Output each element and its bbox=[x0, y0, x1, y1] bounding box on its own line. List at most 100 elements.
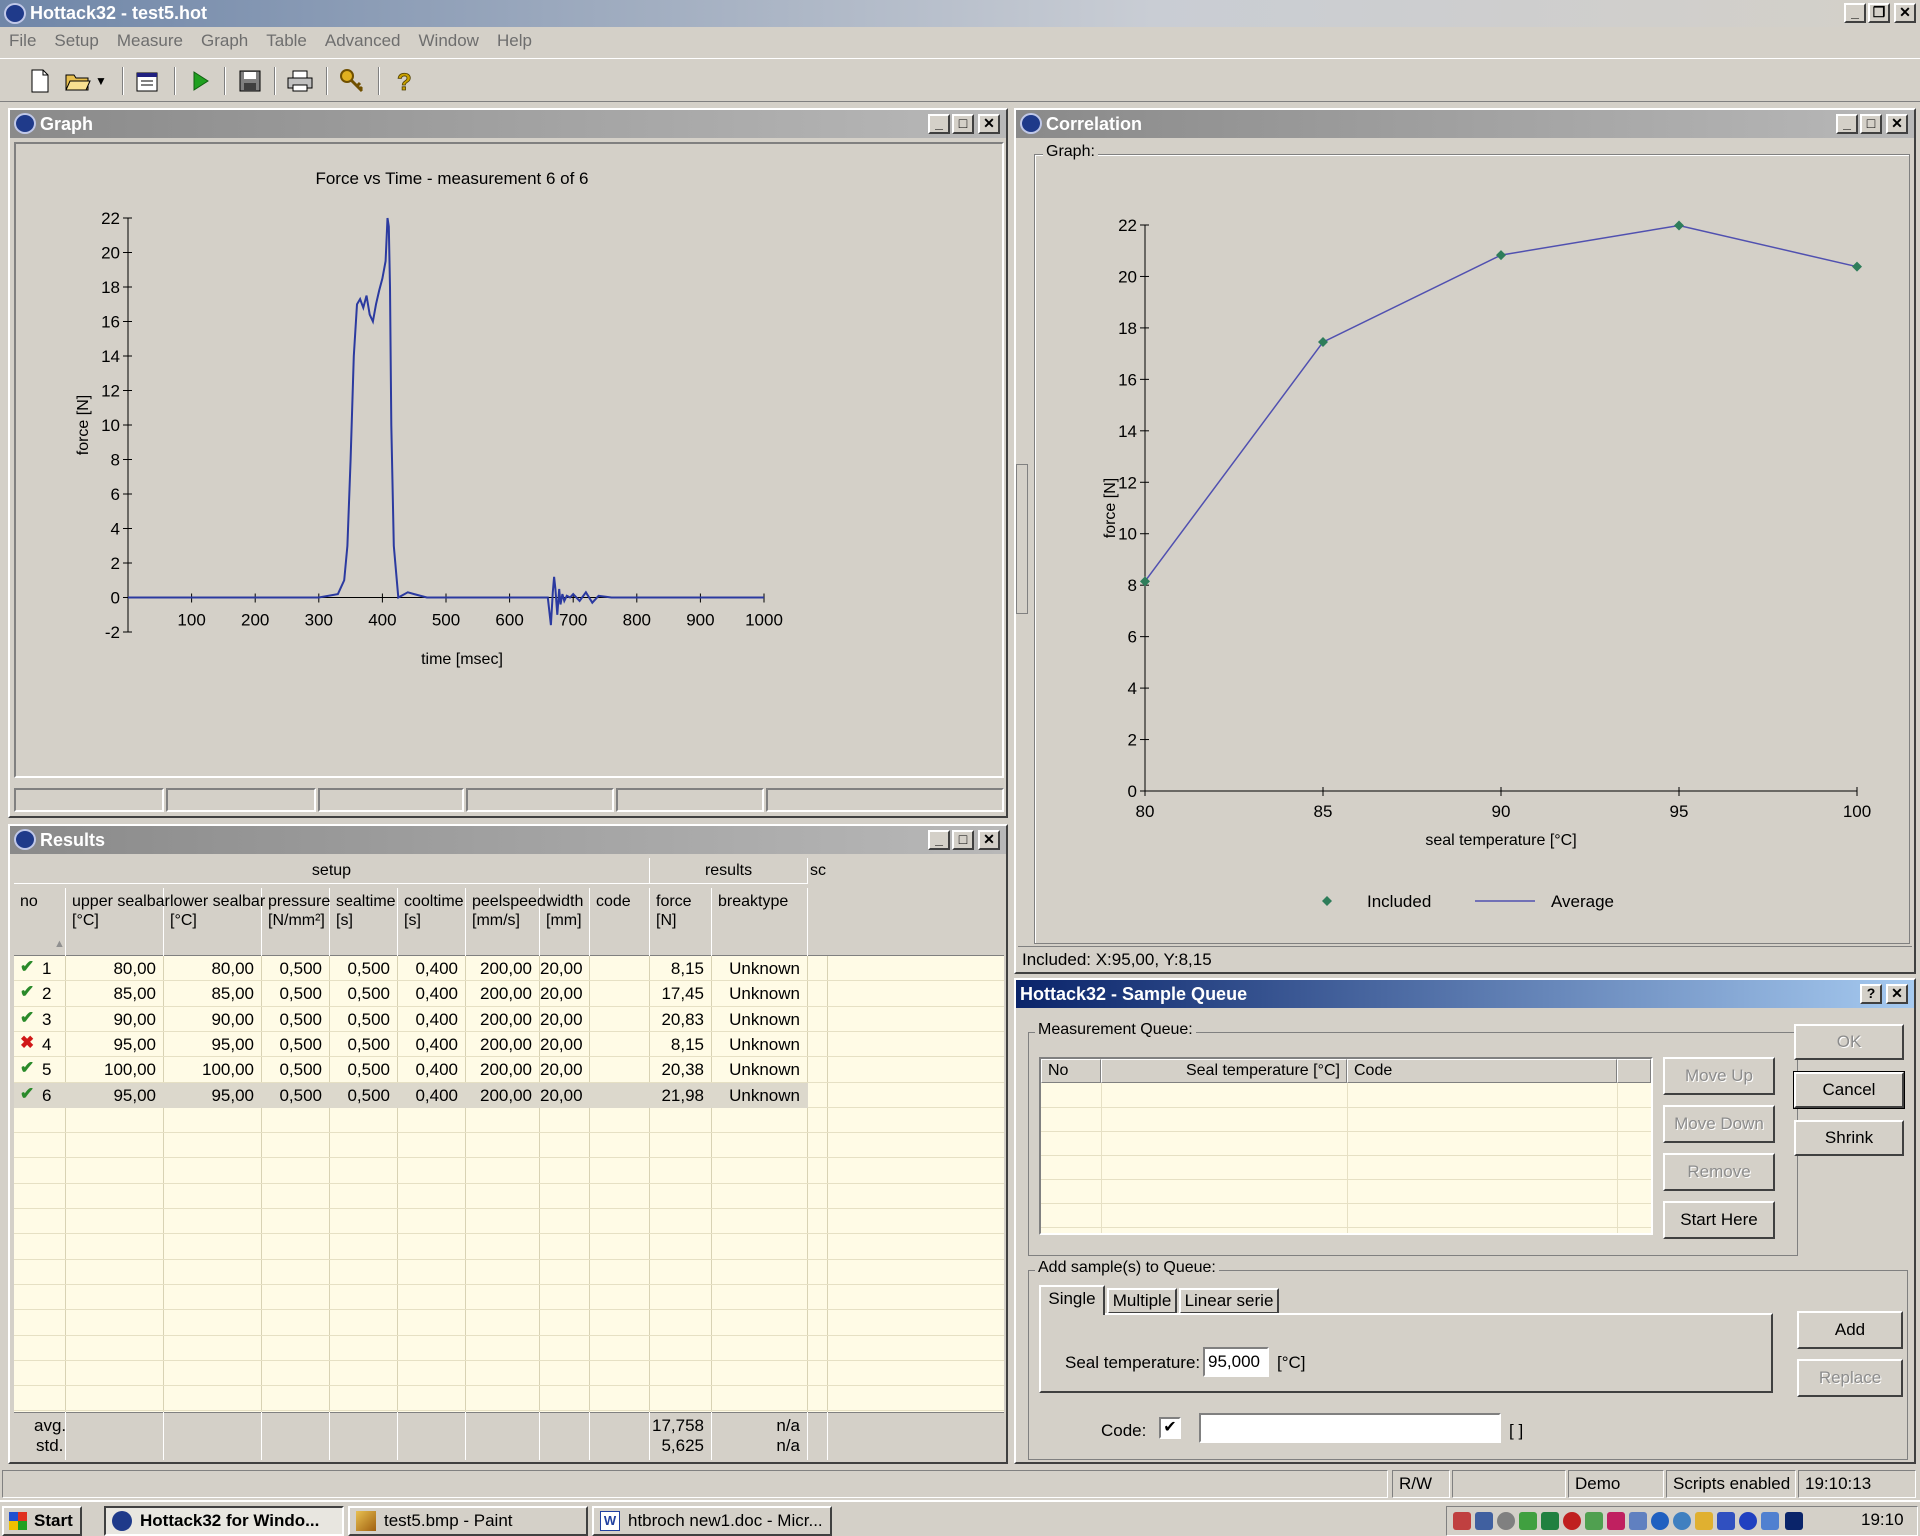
x-tick-label: 90 bbox=[1492, 802, 1511, 821]
close-icon[interactable]: ✕ bbox=[1886, 114, 1908, 134]
menu-table[interactable]: Table bbox=[257, 28, 316, 54]
remove-button[interactable]: Remove bbox=[1663, 1153, 1775, 1191]
cell-breaktype: Unknown bbox=[729, 959, 800, 978]
bluetooth-icon[interactable] bbox=[1739, 1512, 1757, 1530]
tray-icon-13[interactable] bbox=[1717, 1512, 1735, 1530]
minimize-icon[interactable]: _ bbox=[1836, 114, 1858, 134]
help-icon[interactable]: ? bbox=[1860, 984, 1882, 1004]
close-icon[interactable]: ✕ bbox=[1894, 3, 1916, 23]
cancel-button[interactable]: Cancel bbox=[1793, 1071, 1905, 1109]
minimize-icon[interactable]: _ bbox=[1844, 3, 1866, 23]
tray-icon-10[interactable] bbox=[1651, 1512, 1669, 1530]
x-tick-label: 95 bbox=[1670, 802, 1689, 821]
task-paint[interactable]: test5.bmp - Paint bbox=[348, 1506, 588, 1536]
y-tick-label: 16 bbox=[101, 313, 120, 332]
properties-icon[interactable] bbox=[132, 66, 164, 96]
cell-peelspeed: 200,00 bbox=[480, 1009, 532, 1029]
tray-icon-9[interactable] bbox=[1629, 1512, 1647, 1530]
correlation-group-label: Graph: bbox=[1043, 143, 1098, 161]
cell-breaktype: Unknown bbox=[729, 1085, 800, 1105]
column-header-unit: [°C] bbox=[170, 912, 197, 929]
restore-icon[interactable]: ❐ bbox=[1868, 3, 1890, 23]
menu-advanced[interactable]: Advanced bbox=[316, 28, 410, 54]
y-axis-label: force [N] bbox=[75, 395, 92, 455]
task-hottack[interactable]: Hottack32 for Windo... bbox=[104, 1506, 344, 1536]
taskbar: Start Hottack32 for Windo... test5.bmp -… bbox=[0, 1500, 1920, 1536]
tab-linear-serie[interactable]: Linear serie bbox=[1179, 1288, 1279, 1314]
correlation-group: Graph: 0 2 4 6 8 10 12 14 16 18 20 22 80 85 90 95 100 sea… bbox=[1034, 143, 1910, 944]
tray-icon-7[interactable] bbox=[1585, 1512, 1603, 1530]
column-header-label: breaktype bbox=[718, 893, 789, 910]
menu-help[interactable]: Help bbox=[488, 28, 541, 54]
queue-column-header[interactable]: Seal temperature [°C] bbox=[1101, 1059, 1347, 1083]
save-disk-icon[interactable] bbox=[234, 66, 266, 96]
help-icon[interactable]: ? bbox=[388, 66, 420, 96]
grid-line bbox=[827, 1412, 828, 1460]
start-button[interactable]: Start bbox=[2, 1506, 82, 1536]
close-icon[interactable]: ✕ bbox=[1886, 984, 1908, 1004]
code-checkbox[interactable]: ✔ bbox=[1159, 1417, 1181, 1439]
tray-icon-15[interactable] bbox=[1761, 1512, 1779, 1530]
menu-setup[interactable]: Setup bbox=[45, 28, 107, 54]
maximize-icon[interactable]: □ bbox=[952, 114, 974, 134]
minimize-icon[interactable]: _ bbox=[928, 830, 950, 850]
code-label: Code: bbox=[1101, 1421, 1147, 1440]
close-icon[interactable]: ✕ bbox=[978, 114, 1000, 134]
included-point[interactable] bbox=[1852, 261, 1862, 272]
menu-file[interactable]: File bbox=[0, 28, 45, 54]
tray-icon-16[interactable] bbox=[1785, 1512, 1803, 1530]
cell-force: 8,15 bbox=[670, 959, 704, 978]
minimize-icon[interactable]: _ bbox=[928, 114, 950, 134]
svg-text:?: ? bbox=[397, 69, 412, 94]
printer-icon[interactable] bbox=[284, 66, 316, 96]
included-point[interactable] bbox=[1674, 220, 1684, 231]
move-down-button[interactable]: Move Down bbox=[1663, 1105, 1775, 1143]
window-logo-icon bbox=[1020, 113, 1042, 134]
queue-list[interactable]: No Seal temperature [°C] Code bbox=[1039, 1057, 1653, 1235]
queue-column-header[interactable] bbox=[1617, 1059, 1651, 1083]
ok-button[interactable]: OK bbox=[1794, 1024, 1904, 1060]
chevron-down-icon[interactable]: ▼ bbox=[92, 66, 110, 96]
maximize-icon[interactable]: □ bbox=[952, 830, 974, 850]
column-header-label: width bbox=[546, 893, 584, 910]
menu-graph[interactable]: Graph bbox=[192, 28, 257, 54]
cell-peelspeed: 200,00 bbox=[480, 959, 532, 978]
open-folder-icon[interactable] bbox=[62, 66, 94, 96]
y-tick-label: 10 bbox=[1118, 525, 1137, 544]
queue-column-header[interactable]: No bbox=[1041, 1059, 1101, 1083]
shrink-button[interactable]: Shrink bbox=[1794, 1120, 1904, 1156]
y-tick-label: 12 bbox=[1118, 473, 1137, 492]
seal-temperature-input[interactable] bbox=[1203, 1347, 1269, 1377]
start-here-button[interactable]: Start Here bbox=[1663, 1201, 1775, 1239]
shield-icon[interactable] bbox=[1607, 1512, 1625, 1530]
task-word[interactable]: W htbroch new1.doc - Micr... bbox=[592, 1506, 832, 1536]
tab-multiple[interactable]: Multiple bbox=[1107, 1288, 1177, 1314]
code-input[interactable] bbox=[1199, 1413, 1501, 1443]
splitter-handle[interactable] bbox=[1016, 464, 1028, 614]
cell-width: 20,00 bbox=[540, 1009, 583, 1029]
menu-window[interactable]: Window bbox=[410, 28, 488, 54]
move-up-button[interactable]: Move Up bbox=[1663, 1057, 1775, 1095]
included-point[interactable] bbox=[1496, 250, 1506, 261]
tray-icon-3[interactable] bbox=[1497, 1512, 1515, 1530]
tray-icon-11[interactable] bbox=[1673, 1512, 1691, 1530]
queue-column-header[interactable]: Code bbox=[1347, 1059, 1617, 1083]
new-file-icon[interactable] bbox=[24, 66, 56, 96]
replace-button[interactable]: Replace bbox=[1797, 1359, 1903, 1397]
tray-icon-6[interactable] bbox=[1563, 1512, 1581, 1530]
app-title: Hottack32 - test5.hot bbox=[30, 3, 208, 23]
force-series-line bbox=[128, 217, 764, 626]
tray-icon-2[interactable] bbox=[1475, 1512, 1493, 1530]
tray-icon-4[interactable] bbox=[1519, 1512, 1537, 1530]
tab-single[interactable]: Single bbox=[1039, 1285, 1105, 1315]
close-icon[interactable]: ✕ bbox=[978, 830, 1000, 850]
maximize-icon[interactable]: □ bbox=[1860, 114, 1882, 134]
tray-icon-5[interactable] bbox=[1541, 1512, 1559, 1530]
menu-measure[interactable]: Measure bbox=[108, 28, 192, 54]
tray-icon-1[interactable] bbox=[1453, 1512, 1471, 1530]
tray-icon-12[interactable] bbox=[1695, 1512, 1713, 1530]
add-button[interactable]: Add bbox=[1797, 1311, 1903, 1349]
grid-line bbox=[14, 1233, 1004, 1235]
key-icon[interactable] bbox=[336, 66, 368, 96]
play-icon[interactable] bbox=[184, 66, 216, 96]
